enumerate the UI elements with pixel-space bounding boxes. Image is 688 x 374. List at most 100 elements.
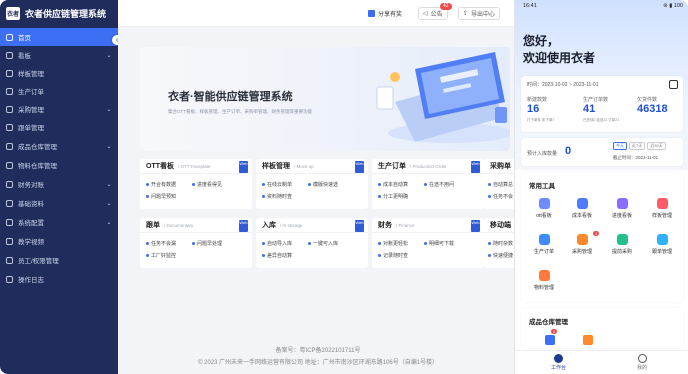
- seg-7days[interactable]: 近7天: [629, 142, 646, 150]
- inbound-card[interactable]: 预计入库款量 0 今天 近7天 近30天 截止时间：2023-11-01: [521, 138, 683, 166]
- sidebar-item-material-warehouse[interactable]: 物料仓库管理: [0, 156, 118, 174]
- sidebar-item-label: 系统配置: [18, 220, 44, 227]
- cost-icon: [576, 198, 588, 209]
- feature-card-purchase[interactable]: 采购单 自动算总 任务不会: [484, 159, 518, 209]
- app-title: 衣者供应链管理系统: [25, 9, 107, 19]
- card-item: 工厂好监控: [146, 252, 176, 259]
- warehouse-icon[interactable]: [545, 335, 555, 345]
- inbound-icon[interactable]: [583, 335, 593, 345]
- tool-purchase[interactable]: 采购管理: [567, 234, 597, 255]
- stat-label: 欠货件数: [637, 97, 658, 103]
- feature-card-storage[interactable]: 入库 / In storage Web 自动导入库 一键可入库 差异自动算: [256, 218, 368, 268]
- card-item: 进度看得见: [192, 181, 222, 188]
- calendar-icon[interactable]: [669, 80, 678, 89]
- sidebar-item-purchase[interactable]: 采购管理 ⌄: [0, 100, 118, 118]
- gift-icon: [368, 10, 375, 17]
- feature-card-ott[interactable]: OTT看板 / OTT Faceplate Web 开合有数据 进度看得见 问题早…: [140, 159, 252, 209]
- sidebar-item-dashboard[interactable]: 看板 ⌄: [0, 46, 118, 64]
- box-icon: [538, 270, 550, 281]
- feature-row-2: 跟单 / Documentary Web 任务不会漏 问题早处理 工厂好监控 入库…: [140, 218, 520, 268]
- seg-today[interactable]: 今天: [613, 142, 627, 150]
- warehouse-icon: [6, 142, 13, 150]
- sidebar-item-videos[interactable]: 教学视频: [0, 232, 118, 250]
- chevron-down-icon: ⌄: [106, 143, 112, 150]
- notice-label: 公告: [430, 12, 443, 18]
- sidebar-item-label: 样板管理: [18, 71, 44, 78]
- sidebar-item-tracking[interactable]: 跟单管理: [0, 118, 118, 136]
- sidebar-item-label: 操作日志: [18, 277, 44, 284]
- sidebar-item-label: 财务对账: [18, 182, 44, 189]
- card-title: 样板管理: [262, 163, 290, 170]
- tool-pre-purchase[interactable]: 提前采购: [607, 234, 637, 255]
- sidebar-item-basic-data[interactable]: 基础资料 ⌄: [0, 194, 118, 212]
- stat-note: 打下单件 未下单7: [527, 118, 555, 122]
- warehouse-badge: 2: [551, 329, 558, 334]
- sidebar-item-home[interactable]: 首页: [0, 28, 118, 46]
- tracking-icon: [6, 123, 13, 131]
- tool-cost[interactable]: 成本看板: [567, 198, 597, 219]
- sidebar-item-logs[interactable]: 操作日志: [0, 270, 118, 288]
- notice-count-badge: 42: [440, 3, 452, 10]
- export-label: 导出中心: [471, 12, 496, 18]
- card-item: 明细可下载: [424, 240, 454, 247]
- tool-progress[interactable]: 进度看板: [607, 198, 637, 219]
- sidebar-item-label: 看板: [18, 53, 31, 60]
- web-tag: Web: [355, 161, 364, 173]
- web-tag: Web: [239, 220, 248, 232]
- truck-icon: [656, 234, 668, 245]
- stats-card[interactable]: 时间：2023-10-02 ~ 2023-11-01 新建款数 16 打下单件 …: [521, 76, 683, 132]
- database-icon: [6, 199, 13, 207]
- sidebar-item-label: 首页: [18, 35, 31, 42]
- hero-illustration: [376, 52, 510, 143]
- deadline: 截止时间：2023-11-01: [613, 155, 659, 160]
- video-icon: [6, 237, 13, 245]
- card-item: 问题早预知: [146, 193, 176, 200]
- sidebar-item-samples[interactable]: 样板管理: [0, 64, 118, 82]
- card-item: 自动导入库: [262, 240, 292, 247]
- mobile-preview: 16:41 ⊛ ▮ 100 您好， 欢迎使用衣者 时间：2023-10-02 ~…: [514, 0, 688, 374]
- feature-card-documentary[interactable]: 跟单 / Documentary Web 任务不会漏 问题早处理 工厂好监控: [140, 218, 252, 268]
- card-item: 差异自动算: [262, 252, 292, 259]
- card-item: 任务不会漏: [146, 240, 176, 247]
- feature-card-samples[interactable]: 样板管理 / Mock-up Web 在线云制单 模版快速选 资料随时查: [256, 159, 368, 209]
- tab-label: 我的: [637, 365, 648, 371]
- stat-label: 生产订单数: [583, 97, 609, 103]
- sidebar-item-label: 物料仓库管理: [18, 163, 57, 170]
- seg-30days[interactable]: 近30天: [647, 142, 666, 150]
- tool-orders[interactable]: 生产订单: [529, 234, 559, 255]
- share-button[interactable]: 分享有奖: [368, 7, 402, 20]
- card-item: 自动算总: [488, 181, 513, 188]
- log-icon: [6, 275, 13, 283]
- tab-workbench[interactable]: 工作台: [551, 354, 566, 371]
- hero-subtitle: 集合OTT看板、样板管理、生产订单、采购单管理、财务管理等重要功能: [168, 109, 312, 114]
- sidebar-item-orders[interactable]: 生产订单: [0, 82, 118, 100]
- card-item: 在途不用问: [424, 181, 454, 188]
- chevron-down-icon: ⌄: [106, 219, 112, 226]
- workbench-icon: [554, 354, 563, 363]
- card-item: 对账更轻松: [378, 240, 408, 247]
- web-tag: Web: [471, 220, 480, 232]
- sidebar-item-label: 基础资料: [18, 201, 44, 208]
- tool-samples[interactable]: 样板管理: [647, 198, 677, 219]
- chevron-down-icon: ⌄: [106, 181, 112, 188]
- warehouse-title: 成品仓库管理: [529, 319, 568, 326]
- tab-me[interactable]: 我的: [637, 354, 647, 371]
- tool-tracking[interactable]: 跟单管理: [647, 234, 677, 255]
- greeting-welcome: 欢迎使用衣者: [523, 51, 596, 65]
- sidebar-item-staff[interactable]: 员工/权限管理: [0, 251, 118, 269]
- sample-icon: [6, 69, 13, 77]
- export-center-button[interactable]: ⇪ 导出中心: [458, 7, 501, 20]
- stat-value: 16: [527, 103, 540, 115]
- hero-banner: 衣者·智能供应链管理系统 集合OTT看板、样板管理、生产订单、采购单管理、财务管…: [140, 47, 510, 151]
- sidebar-item-settings[interactable]: 系统配置 ⌄: [0, 213, 118, 231]
- megaphone-icon: ◁: [423, 11, 428, 17]
- card-subtitle: / Finance: [396, 222, 415, 228]
- tool-ott[interactable]: ott看板: [529, 198, 559, 219]
- sidebar-item-finance[interactable]: 财务对账 ⌄: [0, 175, 118, 193]
- feature-card-finance[interactable]: 财务 / Finance Web 对账更轻松 明细可下载 记录随时查: [372, 218, 484, 268]
- tool-materials[interactable]: 物料管理: [529, 270, 559, 291]
- card-item: 在线云制单: [262, 181, 292, 188]
- sidebar-item-finished-warehouse[interactable]: 成品仓库管理 ⌄: [0, 137, 118, 155]
- feature-card-production[interactable]: 生产订单 / Production Order Web 成本自动算 在途不用问 分…: [372, 159, 484, 209]
- feature-card-mobile[interactable]: 移动端/ M 随时杂数 快速便捷: [484, 218, 518, 268]
